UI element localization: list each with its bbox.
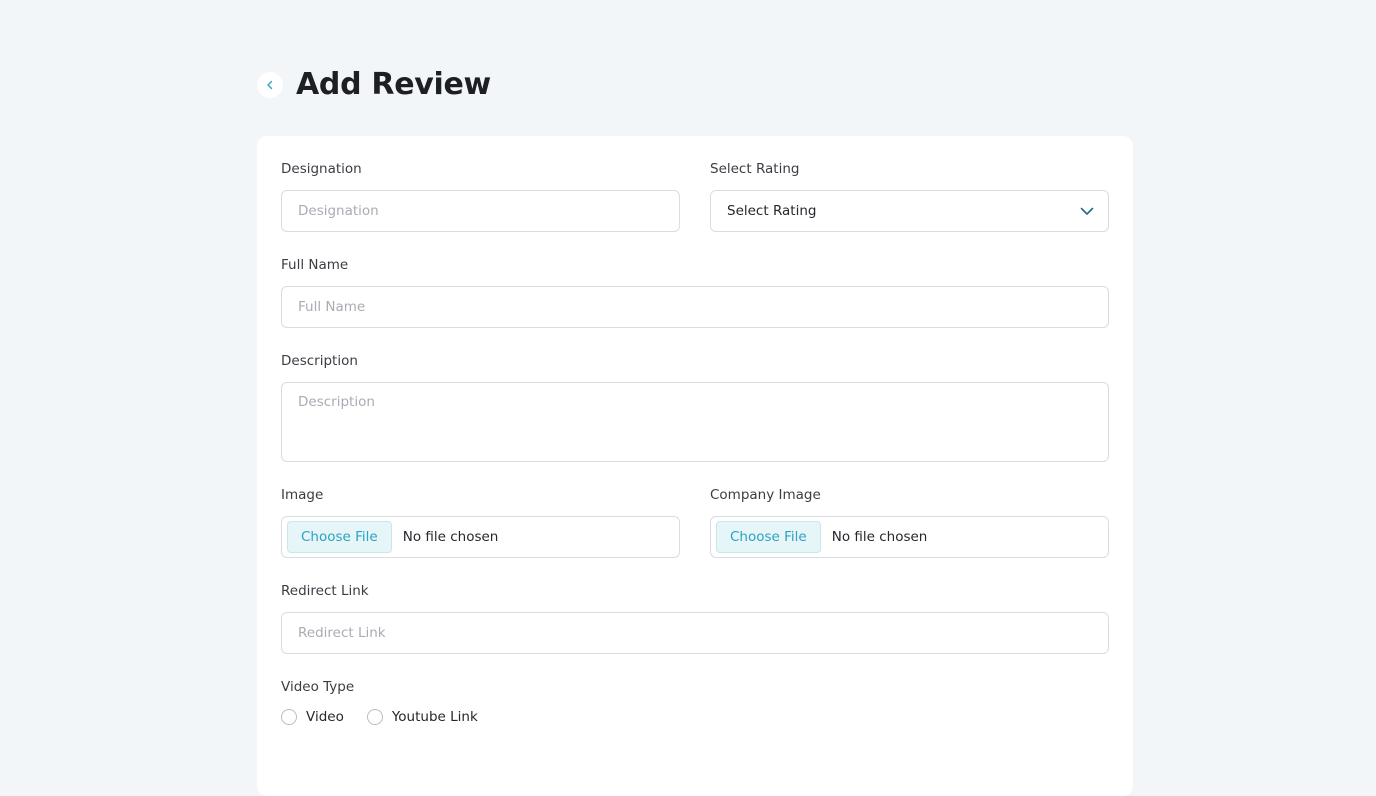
radio-label-youtube-link: Youtube Link: [391, 709, 478, 725]
image-label: Image: [281, 487, 324, 503]
full-name-label: Full Name: [281, 257, 349, 273]
radio-label-video: Video: [306, 709, 344, 725]
redirect-link-input[interactable]: [281, 612, 1109, 654]
designation-input[interactable]: [281, 190, 680, 232]
back-button[interactable]: [257, 72, 283, 98]
page: Add Review Designation Select Rating Sel…: [0, 0, 1376, 796]
chevron-down-icon: [1080, 207, 1094, 215]
radio-button[interactable]: [281, 709, 297, 725]
page-title: Add Review: [296, 67, 491, 102]
description-label: Description: [281, 353, 358, 369]
review-form-card: Designation Select Rating Select Rating …: [257, 136, 1133, 796]
redirect-link-label: Redirect Link: [281, 583, 369, 599]
description-textarea[interactable]: [281, 382, 1109, 462]
rating-label: Select Rating: [710, 161, 800, 177]
radio-option-video[interactable]: Video: [281, 709, 344, 725]
company-image-choose-file-button[interactable]: Choose File: [716, 521, 821, 553]
radio-option-youtube-link[interactable]: Youtube Link: [366, 709, 478, 725]
rating-selected-value: Select Rating: [727, 203, 817, 219]
company-image-file-input[interactable]: Choose File No file chosen: [710, 516, 1109, 558]
company-image-label: Company Image: [710, 487, 821, 503]
designation-label: Designation: [281, 161, 362, 177]
radio-button[interactable]: [366, 709, 383, 725]
full-name-input[interactable]: [281, 286, 1109, 328]
image-choose-file-button[interactable]: Choose File: [287, 521, 392, 553]
rating-select[interactable]: Select Rating: [710, 190, 1109, 232]
page-header: Add Review: [257, 66, 491, 104]
chevron-left-icon: [267, 80, 273, 90]
video-type-radio-group: Video Youtube Link: [281, 709, 501, 725]
company-image-file-status: No file chosen: [831, 529, 928, 545]
video-type-label: Video Type: [281, 679, 355, 695]
image-file-input[interactable]: Choose File No file chosen: [281, 516, 680, 558]
image-file-status: No file chosen: [402, 529, 499, 545]
